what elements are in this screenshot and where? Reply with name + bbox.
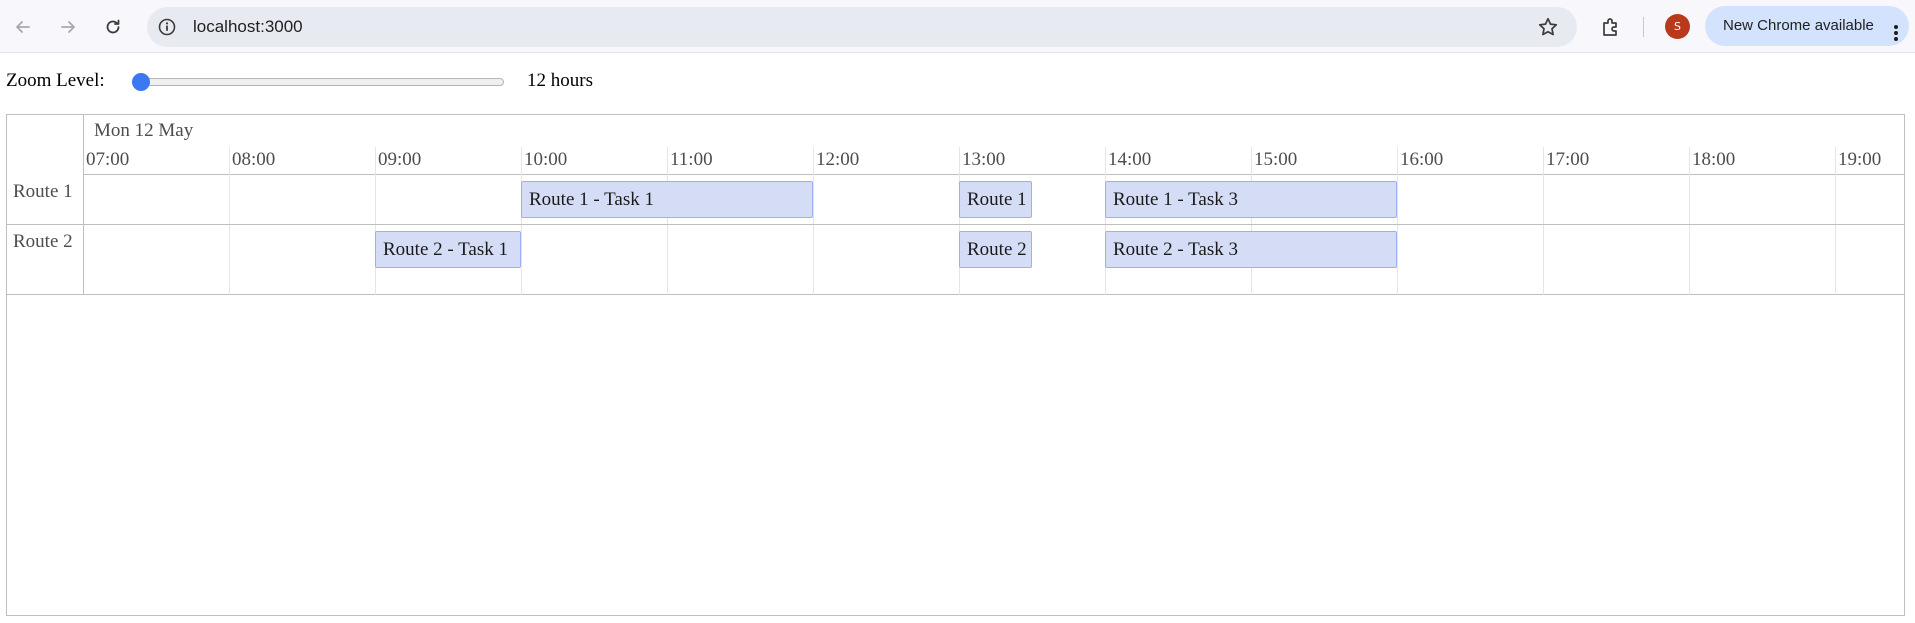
hour-label: 16:00 <box>1400 149 1444 170</box>
hour-label: 09:00 <box>378 149 422 170</box>
hour-tick <box>813 147 814 175</box>
group-row-route-2: Route 2 Route 2 - Task 1 Route 2 Route 2 -… <box>7 225 1904 295</box>
hour-label: 10:00 <box>524 149 568 170</box>
group-row-route-1: Route 1 Route 1 - Task 1 Route 1 Route 1 -… <box>7 175 1904 225</box>
hour-tick <box>375 147 376 175</box>
site-info-icon[interactable] <box>157 17 177 37</box>
group-label: Route 2 <box>13 231 73 252</box>
zoom-slider-track[interactable] <box>132 78 504 86</box>
group-label: Route 1 <box>13 181 73 202</box>
hour-label: 14:00 <box>1108 149 1152 170</box>
url-text[interactable]: localhost:3000 <box>193 7 303 47</box>
address-bar[interactable]: localhost:3000 <box>147 7 1577 47</box>
hour-tick <box>1543 147 1544 175</box>
timeline-item[interactable]: Route 2 - Task 1 <box>375 231 521 268</box>
hour-label: 07:00 <box>86 149 130 170</box>
new-chrome-available-button[interactable]: New Chrome available <box>1705 6 1909 46</box>
hour-tick <box>667 147 668 175</box>
extensions-icon[interactable] <box>1595 11 1627 43</box>
hour-tick <box>1397 147 1398 175</box>
hour-tick <box>1689 147 1690 175</box>
hour-tick <box>1835 147 1836 175</box>
timeline-item[interactable]: Route 1 - Task 3 <box>1105 181 1397 218</box>
timeline-item[interactable]: Route 1 - Task 1 <box>521 181 813 218</box>
hour-label: 13:00 <box>962 149 1006 170</box>
hour-tick <box>521 147 522 175</box>
zoom-value: 12 hours <box>527 70 593 91</box>
zoom-control: Zoom Level: 12 hours <box>0 56 1915 106</box>
zoom-slider[interactable] <box>132 73 504 91</box>
timeline-grid: Mon 12 May 07:00 08:00 09:00 10:00 11:00 12:0… <box>7 115 1904 295</box>
toolbar-separator <box>1643 17 1644 37</box>
hour-label: 19:00 <box>1838 149 1882 170</box>
kebab-menu-icon[interactable] <box>1893 18 1899 41</box>
timeline-item[interactable]: Route 1 <box>959 181 1032 218</box>
date-label: Mon 12 May <box>94 120 194 141</box>
hour-label: 12:00 <box>816 149 860 170</box>
hour-label: 18:00 <box>1692 149 1736 170</box>
hour-tick <box>1105 147 1106 175</box>
hour-label: 17:00 <box>1546 149 1590 170</box>
browser-toolbar: localhost:3000 S New Chrome available <box>0 0 1915 53</box>
reload-icon[interactable] <box>97 11 129 43</box>
zoom-level-label: Zoom Level: <box>6 70 105 91</box>
hour-tick <box>229 147 230 175</box>
hour-label: 15:00 <box>1254 149 1298 170</box>
time-axis: Mon 12 May 07:00 08:00 09:00 10:00 11:00 12:0… <box>84 115 1904 175</box>
bookmark-star-icon[interactable] <box>1537 16 1559 38</box>
timeline-item[interactable]: Route 2 <box>959 231 1032 268</box>
timeline-item[interactable]: Route 2 - Task 3 <box>1105 231 1397 268</box>
profile-avatar[interactable]: S <box>1665 14 1690 39</box>
back-arrow-icon[interactable] <box>7 11 39 43</box>
zoom-slider-thumb[interactable] <box>132 73 150 91</box>
forward-arrow-icon[interactable] <box>52 11 84 43</box>
hour-tick <box>959 147 960 175</box>
update-label: New Chrome available <box>1723 17 1874 34</box>
hour-tick <box>1251 147 1252 175</box>
timeline: Mon 12 May 07:00 08:00 09:00 10:00 11:00 12:0… <box>6 114 1905 616</box>
hour-label: 11:00 <box>670 149 713 170</box>
hour-label: 08:00 <box>232 149 276 170</box>
